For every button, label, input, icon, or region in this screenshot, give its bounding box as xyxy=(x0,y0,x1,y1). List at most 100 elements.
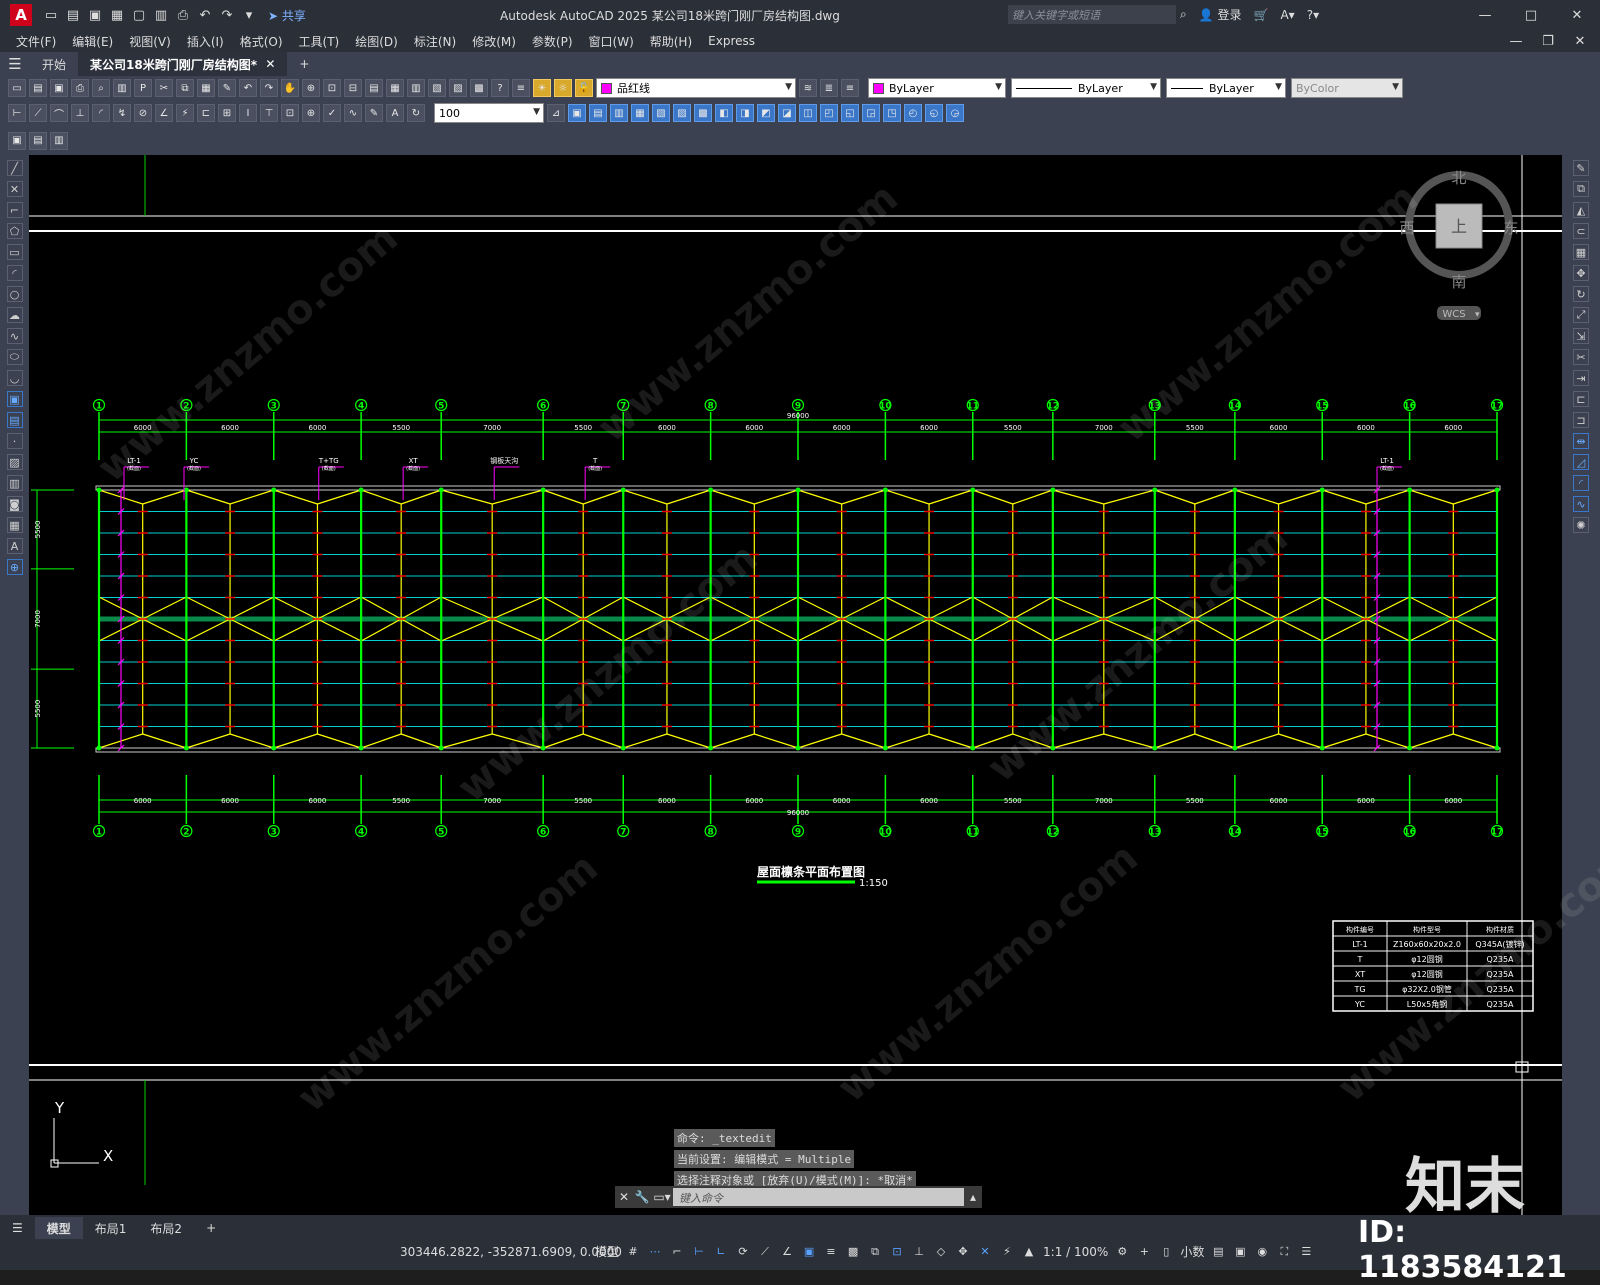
hamburger-menu-icon[interactable]: ☰ xyxy=(0,1217,35,1239)
cart-icon[interactable]: 🛒 xyxy=(1254,8,1269,22)
login-button[interactable]: 👤 登录 xyxy=(1199,6,1242,23)
chamfer-icon[interactable]: ◿ xyxy=(1573,454,1589,470)
ordinate-dim-icon[interactable]: ⊥ xyxy=(71,104,89,122)
customize-wrench-icon[interactable]: 🔧 xyxy=(633,1190,651,1204)
menu-express[interactable]: Express xyxy=(708,34,755,48)
spline-icon[interactable]: ∿ xyxy=(6,328,23,344)
doc-close-button[interactable]: ✕ xyxy=(1564,30,1596,52)
menu-help[interactable]: 帮助(H) xyxy=(650,33,692,50)
solid-revolve-icon[interactable]: ▥ xyxy=(610,104,628,122)
move-icon[interactable]: ✥ xyxy=(1573,265,1589,281)
command-input[interactable]: 键入命令 xyxy=(673,1188,964,1206)
object-snap-icon[interactable]: ▣ xyxy=(801,1244,817,1260)
selection-filter-icon[interactable]: ◇ xyxy=(933,1244,949,1260)
tool-palettes-icon[interactable]: ▥ xyxy=(407,79,425,97)
layer-previous-icon[interactable]: ≣ xyxy=(820,79,838,97)
add-layout-button[interactable]: + xyxy=(194,1217,228,1239)
lineweight-dropdown[interactable]: ByLayer ▼ xyxy=(1166,78,1286,98)
render-icon[interactable]: ◰ xyxy=(820,104,838,122)
polar-tracking-icon[interactable]: ⟳ xyxy=(735,1244,751,1260)
dim-style-scale-dropdown[interactable]: 100 ▼ xyxy=(434,103,544,123)
tab-layout1[interactable]: 布局1 xyxy=(83,1217,139,1239)
close-icon[interactable]: ✕ xyxy=(615,1190,633,1204)
dim-text-edit-icon[interactable]: A xyxy=(386,104,404,122)
lock-ui-icon[interactable]: ▣ xyxy=(1232,1244,1248,1260)
menu-window[interactable]: 窗口(W) xyxy=(589,33,634,50)
make-block-icon[interactable]: ▤ xyxy=(6,412,23,428)
walk-icon[interactable]: ◴ xyxy=(904,104,922,122)
open-icon[interactable]: ▤ xyxy=(29,79,47,97)
insert-block-icon[interactable]: ▣ xyxy=(6,391,23,407)
zoom-realtime-icon[interactable]: ⊕ xyxy=(302,79,320,97)
layer-states-icon[interactable]: ≡ xyxy=(841,79,859,97)
solid-shell-icon[interactable]: ◩ xyxy=(757,104,775,122)
drawing-canvas[interactable]: 1 1 2 2 3 3 4 4 5 5 6 6 7 7 8 8 9 9 10 10 11 11 12 12 13 13 14 14 15… xyxy=(29,155,1562,1215)
stretch-icon[interactable]: ⇲ xyxy=(1573,328,1589,344)
solid-fillet-icon[interactable]: ◨ xyxy=(736,104,754,122)
arc-icon[interactable]: ◜ xyxy=(6,265,23,281)
ellipse-icon[interactable]: ⬭ xyxy=(6,349,23,365)
isolate-objects-icon[interactable]: ◉ xyxy=(1254,1244,1270,1260)
menu-edit[interactable]: 编辑(E) xyxy=(72,33,113,50)
pan-icon[interactable]: ✋ xyxy=(281,79,299,97)
menu-draw[interactable]: 绘图(D) xyxy=(355,33,398,50)
calculator-icon[interactable]: ▩ xyxy=(470,79,488,97)
plot-icon[interactable]: ⎙ xyxy=(71,79,89,97)
hamburger-menu-icon[interactable]: ☰ xyxy=(0,55,30,73)
add-selected-icon[interactable]: ⊕ xyxy=(6,559,23,575)
circle-icon[interactable]: ○ xyxy=(6,286,23,302)
annotation-scale-icon[interactable]: ▲ xyxy=(1021,1244,1037,1260)
chevron-up-icon[interactable]: ▴ xyxy=(964,1190,982,1204)
3d-osnap-icon[interactable]: ⊡ xyxy=(889,1244,905,1260)
open-web-icon[interactable]: ▥ xyxy=(152,6,170,24)
table-icon[interactable]: ▦ xyxy=(6,517,23,533)
ellipse-arc-icon[interactable]: ◡ xyxy=(6,370,23,386)
arc-length-icon[interactable]: ⌒ xyxy=(50,104,68,122)
line-icon[interactable]: ╱ xyxy=(6,160,23,176)
diameter-dim-icon[interactable]: ⊘ xyxy=(134,104,152,122)
export-pdf-icon[interactable]: P xyxy=(134,79,152,97)
save-icon[interactable]: ▣ xyxy=(86,6,104,24)
light-icon[interactable]: ◲ xyxy=(862,104,880,122)
block-editor-icon[interactable]: ▣ xyxy=(8,131,26,150)
zoom-previous-icon[interactable]: ⊟ xyxy=(344,79,362,97)
plotstyle-dropdown[interactable]: ByColor ▼ xyxy=(1291,78,1403,98)
material-icon[interactable]: ◳ xyxy=(883,104,901,122)
layer-lock-icon[interactable]: 🔓 xyxy=(575,79,593,97)
autodesk-app-icon[interactable]: A▾ xyxy=(1280,8,1294,22)
layer-freeze-icon[interactable]: ☼ xyxy=(554,79,572,97)
tab-document[interactable]: 某公司18米跨门刚厂房结构图* ✕ xyxy=(78,52,288,76)
markup-icon[interactable]: ▨ xyxy=(449,79,467,97)
save-icon[interactable]: ▣ xyxy=(50,79,68,97)
rotate-icon[interactable]: ↻ xyxy=(1573,286,1589,302)
design-center-icon[interactable]: ▦ xyxy=(386,79,404,97)
mirror-icon[interactable]: ◭ xyxy=(1573,202,1589,218)
search-icon[interactable]: ⌕ xyxy=(1180,7,1187,22)
transparency-icon[interactable]: ▩ xyxy=(845,1244,861,1260)
color-dropdown[interactable]: ByLayer ▼ xyxy=(868,78,1006,98)
quick-properties-icon[interactable]: ▤ xyxy=(1210,1244,1226,1260)
blend-curves-icon[interactable]: ∿ xyxy=(1573,496,1589,512)
menu-tools[interactable]: 工具(T) xyxy=(299,33,340,50)
lineweight-icon[interactable]: ≡ xyxy=(823,1244,839,1260)
viewcube-west[interactable]: 西 xyxy=(1399,219,1414,237)
inspect-icon[interactable]: ✓ xyxy=(323,104,341,122)
solid-union-icon[interactable]: ▦ xyxy=(631,104,649,122)
menu-dimension[interactable]: 标注(N) xyxy=(414,33,456,50)
autocad-logo-button[interactable]: A xyxy=(10,4,32,26)
share-button[interactable]: ➤ 共享 xyxy=(268,7,306,24)
jogged-linear-icon[interactable]: ∿ xyxy=(344,104,362,122)
units-icon[interactable]: ▯ xyxy=(1158,1244,1174,1260)
annotation-scale-dropdown[interactable]: 1:1 / 100% xyxy=(1043,1245,1108,1259)
polygon-icon[interactable]: ⬠ xyxy=(6,223,23,239)
save-as-icon[interactable]: ▦ xyxy=(108,6,126,24)
baseline-dim-icon[interactable]: ⊏ xyxy=(197,104,215,122)
new-icon[interactable]: ▭ xyxy=(8,79,26,97)
help-icon[interactable]: ? xyxy=(491,79,509,97)
redo-icon[interactable]: ↷ xyxy=(218,6,236,24)
jogged-dim-icon[interactable]: ↯ xyxy=(113,104,131,122)
dim-space-icon[interactable]: I xyxy=(239,104,257,122)
paste-icon[interactable]: ▦ xyxy=(197,79,215,97)
close-button[interactable]: ✕ xyxy=(1554,4,1600,26)
dim-edit-icon[interactable]: ✎ xyxy=(365,104,383,122)
